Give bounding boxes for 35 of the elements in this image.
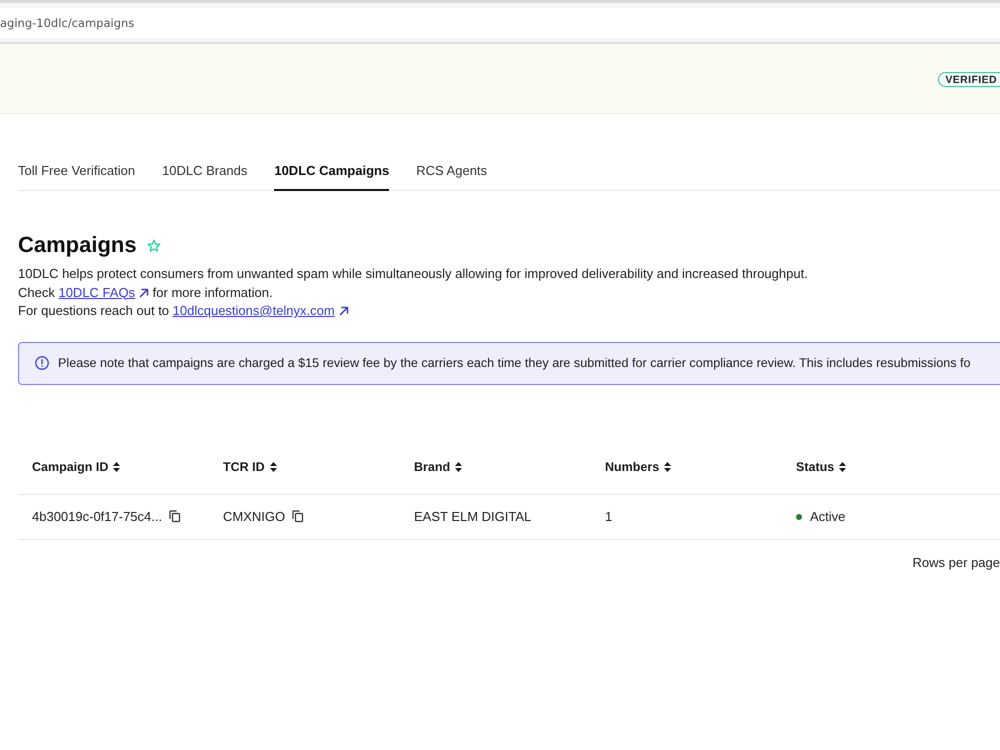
column-header[interactable]: Status	[796, 460, 834, 474]
column-header[interactable]: Numbers	[605, 460, 660, 474]
rows-per-page-label: Rows per page	[912, 554, 1000, 570]
tab[interactable]: Toll Free Verification	[18, 151, 136, 191]
tab[interactable]: 10DLC Campaigns	[274, 151, 390, 191]
arrow-up-right-icon[interactable]	[139, 288, 150, 298]
page-title: Campaigns	[18, 231, 137, 259]
campaign-id: 4b30019c-0f17-75c4...	[32, 509, 162, 524]
contact-note: For questions reach out to 10dlcquestions@telnyx.com	[18, 302, 1000, 320]
faq-link[interactable]: 10DLC FAQs	[58, 284, 136, 300]
arrow-up-right-icon[interactable]	[338, 306, 349, 316]
verified-badge: VERIFIED	[938, 72, 1000, 86]
address-field[interactable]: aging-10dlc/campaigns	[0, 8, 1000, 38]
brand-name: EAST ELM DIGITAL	[414, 509, 532, 524]
faq-note: Check 10DLC FAQs for more information.	[18, 284, 274, 302]
column-header[interactable]: TCR ID	[223, 460, 265, 474]
tcr-id: CMXNIGO	[223, 509, 286, 524]
description-text: 10DLC helps protect consumers from unwanted spam while simultaneously allowing for improved deliverability and increased throughput.	[18, 265, 809, 283]
column-header[interactable]: Brand	[414, 460, 450, 474]
tab[interactable]: RCS Agents	[416, 151, 488, 191]
alert-text: Please note that campaigns are charged a $15 review fee by the carriers each time they are submitted for carrier compliance review. This includes resubmissions fo	[58, 356, 971, 370]
star-icon[interactable]	[146, 239, 161, 253]
column-header[interactable]: Campaign ID	[32, 460, 108, 474]
sort-icon[interactable]	[270, 462, 277, 472]
copy-icon[interactable]	[292, 510, 304, 523]
sort-icon[interactable]	[664, 462, 672, 472]
copy-icon[interactable]	[169, 510, 182, 523]
number-count: 1	[605, 509, 612, 524]
sort-icon[interactable]	[113, 462, 120, 472]
sort-icon[interactable]	[455, 462, 462, 472]
exclamation-circle-icon	[35, 356, 49, 370]
status-label: Active	[810, 509, 846, 524]
sort-icon[interactable]	[839, 462, 846, 472]
tab[interactable]: 10DLC Brands	[162, 151, 248, 191]
email-link[interactable]: 10dlcquestions@telnyx.com	[172, 303, 335, 318]
